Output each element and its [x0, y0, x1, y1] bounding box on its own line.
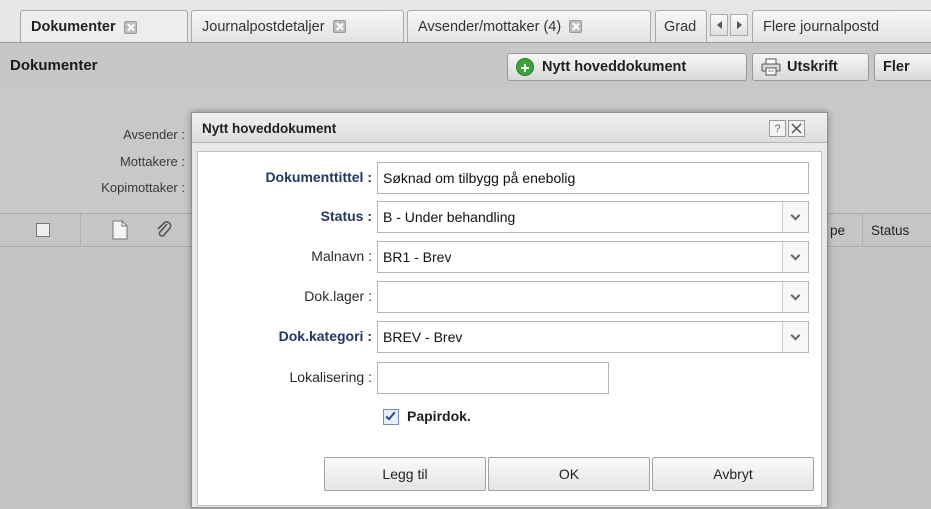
print-label: Utskrift — [787, 59, 838, 75]
template-select[interactable]: BR1 - Brev — [377, 241, 809, 273]
dialog-title: Nytt hoveddokument — [202, 121, 337, 136]
template-label: Malnavn : — [311, 248, 372, 264]
print-button[interactable]: Utskrift — [752, 53, 869, 81]
chevron-down-icon — [790, 290, 801, 300]
recipients-label: Mottakere : — [119, 154, 185, 169]
tab-grad[interactable]: Grad — [655, 10, 707, 42]
close-icon[interactable] — [569, 20, 583, 33]
tab-scroll-left-button[interactable] — [710, 14, 728, 36]
cancel-button[interactable]: Avbryt — [652, 457, 814, 491]
document-icon — [112, 220, 128, 240]
page-title: Dokumenter — [10, 57, 98, 74]
tab-journalpostdetaljer[interactable]: Journalpostdetaljer — [191, 10, 404, 42]
dialog-title-bar[interactable]: Nytt hoveddokument ? — [192, 113, 827, 143]
close-icon — [791, 123, 802, 134]
document-title-label: Dokumenttittel : — [265, 169, 372, 185]
dialog-body: Dokumenttittel : Søknad om tilbygg på en… — [197, 151, 822, 506]
storage-select[interactable] — [377, 281, 809, 313]
printer-icon — [761, 58, 781, 76]
ok-button[interactable]: OK — [488, 457, 650, 491]
arrow-left-icon — [716, 21, 722, 29]
cc-recipient-label: Kopimottaker : — [101, 180, 185, 195]
tab-label: Avsender/mottaker (4) — [418, 18, 562, 35]
new-main-document-dialog: Nytt hoveddokument ? Dokumenttittel : Sø… — [191, 112, 828, 508]
tab-strip: Dokumenter Journalpostdetaljer Avsender/… — [0, 0, 931, 43]
plus-icon — [516, 58, 534, 76]
template-value: BR1 - Brev — [383, 249, 452, 265]
arrow-right-icon — [736, 21, 742, 29]
close-icon[interactable] — [123, 20, 137, 34]
new-main-document-label: Nytt hoveddokument — [542, 59, 687, 75]
category-value: BREV - Brev — [383, 329, 463, 345]
more-button[interactable]: Fler — [874, 53, 931, 81]
chevron-down-icon — [790, 330, 801, 340]
close-dialog-button[interactable] — [788, 120, 805, 137]
sender-label: Avsender : — [123, 127, 185, 142]
tab-flere-journalposter[interactable]: Flere journalpostd — [752, 10, 931, 42]
add-button[interactable]: Legg til — [324, 457, 486, 491]
category-select[interactable]: BREV - Brev — [377, 321, 809, 353]
tab-avsender-mottaker[interactable]: Avsender/mottaker (4) — [407, 10, 651, 42]
dropdown-button[interactable] — [782, 202, 808, 232]
status-label: Status : — [320, 208, 372, 224]
column-header-type[interactable]: pe — [830, 223, 845, 238]
category-label: Dok.kategori : — [278, 328, 372, 344]
paper-document-checkbox[interactable] — [383, 409, 399, 425]
tab-label: Flere journalpostd — [763, 18, 880, 35]
paperclip-icon — [157, 221, 172, 237]
dropdown-button[interactable] — [782, 282, 808, 312]
tab-dokumenter[interactable]: Dokumenter — [20, 10, 188, 43]
status-select[interactable]: B - Under behandling — [377, 201, 809, 233]
location-input[interactable] — [377, 362, 609, 394]
tab-label: Journalpostdetaljer — [202, 18, 325, 35]
tab-label: Dokumenter — [31, 19, 116, 35]
document-title-input[interactable]: Søknad om tilbygg på enebolig — [377, 162, 809, 194]
chevron-down-icon — [790, 210, 801, 220]
dropdown-button[interactable] — [782, 242, 808, 272]
status-value: B - Under behandling — [383, 209, 516, 225]
checkmark-icon — [385, 409, 396, 421]
panel-header: Dokumenter Nytt hoveddokument Utskrift F… — [0, 43, 931, 87]
column-header-status[interactable]: Status — [871, 223, 909, 238]
help-button[interactable]: ? — [769, 120, 786, 137]
tab-label: Grad — [664, 18, 697, 35]
close-icon[interactable] — [332, 20, 346, 33]
storage-label: Dok.lager : — [304, 288, 372, 304]
new-main-document-button[interactable]: Nytt hoveddokument — [507, 53, 747, 81]
paper-document-label: Papirdok. — [407, 408, 471, 424]
select-all-checkbox[interactable] — [36, 223, 50, 237]
more-label: Fler — [883, 59, 910, 75]
help-icon: ? — [774, 122, 781, 135]
chevron-down-icon — [790, 250, 801, 260]
location-label: Lokalisering : — [289, 369, 373, 385]
dropdown-button[interactable] — [782, 322, 808, 352]
tab-scroll-right-button[interactable] — [730, 14, 748, 36]
